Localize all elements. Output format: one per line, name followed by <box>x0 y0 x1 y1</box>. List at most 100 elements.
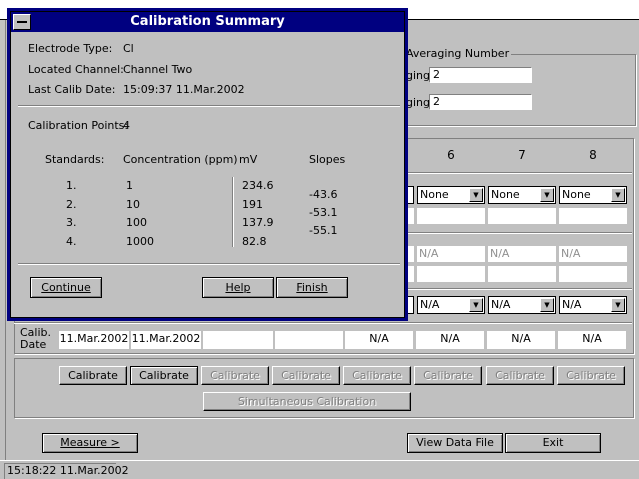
calibrate-button-6: Calibrate <box>414 366 482 385</box>
dropdown-arrow-icon[interactable]: ▼ <box>611 298 625 312</box>
column-header-8: 8 <box>589 148 597 162</box>
calib-date-cell: N/A <box>416 331 484 349</box>
select-value: None <box>420 188 449 201</box>
calibrate-button-5: Calibrate <box>343 366 411 385</box>
grid-divider-2 <box>406 232 632 234</box>
located-channel-value: Channel Two <box>123 63 193 76</box>
select-value: N/A <box>420 298 440 311</box>
select-value: None <box>562 188 591 201</box>
status-time: 15:18:22 11.Mar.2002 <box>4 463 129 479</box>
dialog-divider-1 <box>18 105 400 107</box>
averaging-group <box>380 54 636 126</box>
electrode-type-value: Cl <box>123 42 134 55</box>
calib-date-cell: N/A <box>558 331 626 349</box>
calib-points-label: Calibration Points: <box>28 119 129 132</box>
exit-button[interactable]: Exit <box>505 433 601 453</box>
mode-select-6[interactable]: N/A ▼ <box>417 296 485 314</box>
blank-cell <box>559 208 627 224</box>
blank-cell <box>488 208 556 224</box>
select-value: None <box>491 188 520 201</box>
continue-button[interactable]: Continue <box>30 277 102 298</box>
finish-button-label: Finish <box>296 281 328 294</box>
concentration-value: 1000 <box>126 235 154 248</box>
last-calib-label: Last Calib Date: <box>28 83 116 96</box>
slope-value: -53.1 <box>309 206 338 219</box>
mode-select-8[interactable]: N/A ▼ <box>559 296 627 314</box>
slopes-header: Slopes <box>309 153 346 166</box>
measure-button-label: Measure > <box>60 436 120 449</box>
mode-select-7[interactable]: N/A ▼ <box>488 296 556 314</box>
electrode-select-8[interactable]: None ▼ <box>559 186 627 204</box>
dropdown-arrow-icon[interactable]: ▼ <box>469 298 483 312</box>
mv-header: mV <box>239 153 258 166</box>
view-data-file-button[interactable]: View Data File <box>407 433 503 453</box>
na-cell: N/A <box>559 246 627 262</box>
blank-cell <box>559 266 627 282</box>
dialog-divider-2 <box>18 263 400 265</box>
select-value: N/A <box>491 298 511 311</box>
na-cell: N/A <box>488 246 556 262</box>
slope-value: -43.6 <box>309 188 338 201</box>
calib-date-cell: N/A <box>487 331 555 349</box>
na-cell: N/A <box>417 246 485 262</box>
calibration-summary-dialog: Calibration Summary Electrode Type: Cl L… <box>7 8 408 321</box>
calib-date-cell: 11.Mar.2002 <box>59 331 129 349</box>
finish-button[interactable]: Finish <box>276 277 348 298</box>
calib-date-cell <box>275 331 343 349</box>
concentration-value: 10 <box>126 198 140 211</box>
standard-index: 1. <box>66 179 77 192</box>
column-header-6: 6 <box>447 148 455 162</box>
dialog-titlebar: Calibration Summary <box>11 12 404 32</box>
dialog-title: Calibration Summary <box>130 14 285 29</box>
mv-value: 234.6 <box>242 179 274 192</box>
concentration-value: 1 <box>126 179 133 192</box>
continue-button-label: Continue <box>41 281 91 294</box>
calib-date-cell <box>203 331 273 349</box>
concentration-header: Concentration (ppm) <box>123 153 238 166</box>
dropdown-arrow-icon[interactable]: ▼ <box>611 188 625 202</box>
simultaneous-calibration-button: Simultaneous Calibration <box>203 392 411 411</box>
calib-points-value: 4 <box>123 119 130 132</box>
mv-value: 191 <box>242 198 263 211</box>
help-button-label: Help <box>225 281 251 294</box>
dropdown-arrow-icon[interactable]: ▼ <box>469 188 483 202</box>
mv-value: 82.8 <box>242 235 267 248</box>
standard-index: 3. <box>66 216 77 229</box>
electrode-type-label: Electrode Type: <box>28 42 113 55</box>
grid-divider-1 <box>406 172 632 174</box>
calibrate-button-3: Calibrate <box>201 366 269 385</box>
standard-index: 4. <box>66 235 77 248</box>
mv-column-divider <box>232 177 234 247</box>
standards-header: Standards: <box>45 153 105 166</box>
dropdown-arrow-icon[interactable]: ▼ <box>540 298 554 312</box>
calibrate-button-2[interactable]: Calibrate <box>130 366 198 385</box>
column-header-7: 7 <box>518 148 526 162</box>
system-menu-icon[interactable] <box>13 14 31 30</box>
electrode-select-6[interactable]: None ▼ <box>417 186 485 204</box>
mv-value: 137.9 <box>242 216 274 229</box>
calibrate-button-7: Calibrate <box>486 366 554 385</box>
slope-value: -55.1 <box>309 224 338 237</box>
grid-divider-4 <box>14 322 632 324</box>
measure-button[interactable]: Measure > <box>42 433 138 453</box>
blank-cell <box>417 208 485 224</box>
located-channel-label: Located Channel: <box>28 63 124 76</box>
dropdown-arrow-icon[interactable]: ▼ <box>540 188 554 202</box>
select-value: N/A <box>562 298 582 311</box>
grid-divider-3 <box>406 288 632 290</box>
main-left-border <box>0 20 6 460</box>
concentration-value: 100 <box>126 216 147 229</box>
averaging-group-title: Averaging Number <box>404 47 512 60</box>
calibrate-button-8: Calibrate <box>557 366 625 385</box>
calib-date-cell: 11.Mar.2002 <box>131 331 201 349</box>
averaging-input-2[interactable]: 2 <box>429 94 532 110</box>
calib-date-label: Calib. Date <box>20 326 52 351</box>
calibrate-button-4: Calibrate <box>272 366 340 385</box>
blank-cell <box>417 266 485 282</box>
electrode-select-7[interactable]: None ▼ <box>488 186 556 204</box>
calib-date-cell: N/A <box>345 331 413 349</box>
last-calib-value: 15:09:37 11.Mar.2002 <box>123 83 245 96</box>
averaging-input-1[interactable]: 2 <box>429 67 532 83</box>
help-button[interactable]: Help <box>202 277 274 298</box>
calibrate-button-1[interactable]: Calibrate <box>59 366 127 385</box>
